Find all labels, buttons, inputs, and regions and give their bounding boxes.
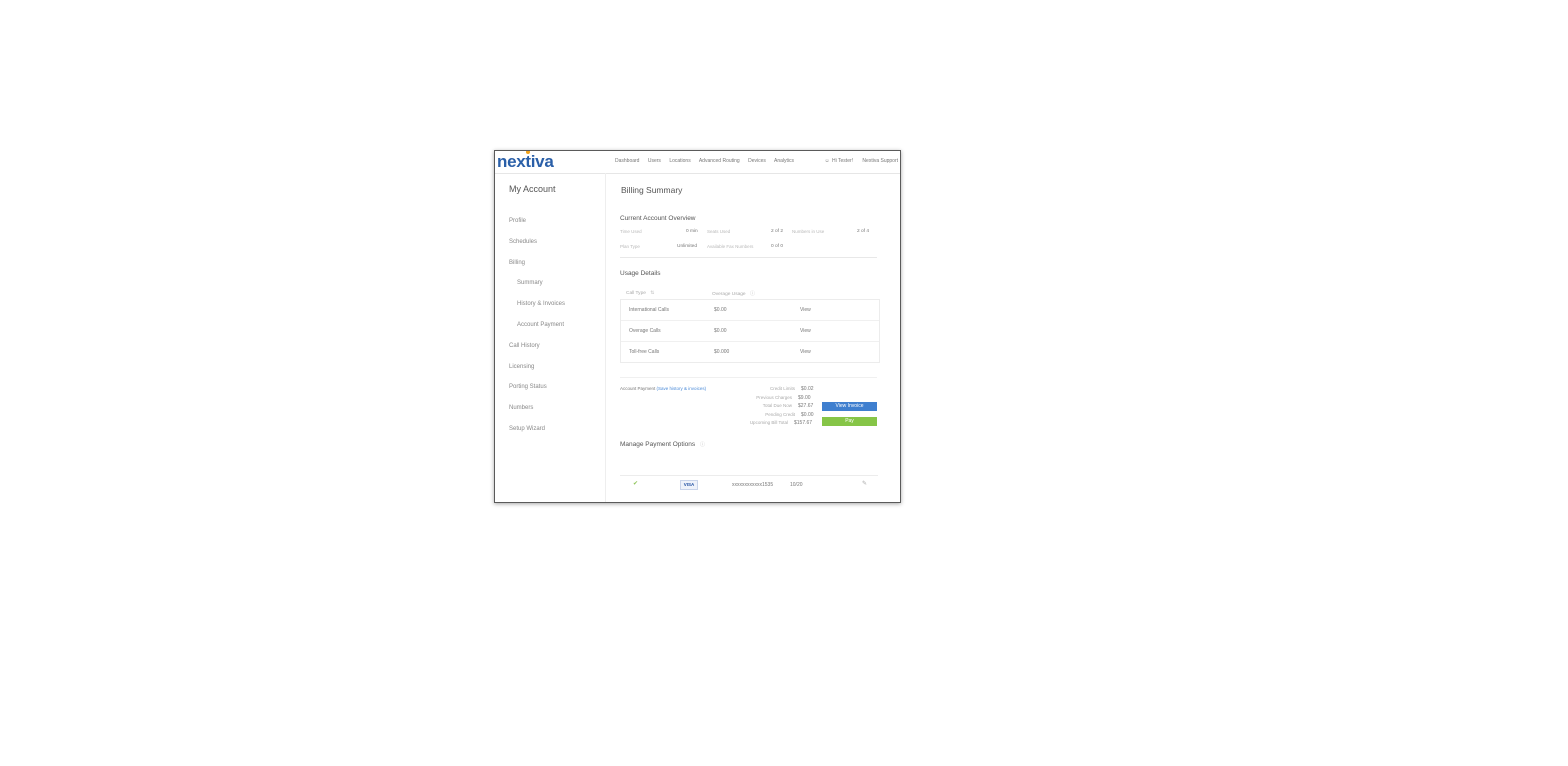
usage-table: International Calls $0.00 View Overage C… — [620, 299, 880, 363]
main-nav: Dashboard Users Locations Advanced Routi… — [615, 158, 801, 164]
overview-title: Current Account Overview — [620, 215, 696, 222]
payment-line-label: Upcoming Bill Total — [749, 420, 788, 425]
help-icon[interactable]: ⓘ — [700, 442, 705, 448]
user-greeting: Hi Tester! — [832, 158, 854, 164]
user-icon: ☺ — [824, 158, 830, 164]
payment-line-value: $0.02 — [801, 386, 814, 392]
call-type: International Calls — [629, 307, 670, 313]
overview-label: Seats Used — [707, 229, 731, 234]
pay-button[interactable]: Pay — [822, 417, 877, 426]
top-bar: nextiva Dashboard Users Locations Advanc… — [495, 151, 900, 174]
payment-line-value: $27.67 — [798, 403, 814, 409]
overage-usage-header-label: Overage Usage — [712, 292, 746, 297]
call-type: Toll-free Calls — [629, 349, 660, 355]
overage-usage-header: Overage Usage ⓘ — [712, 290, 755, 297]
table-row: International Calls $0.00 View — [621, 300, 879, 321]
payment-options-title-text: Manage Payment Options — [620, 441, 696, 448]
view-invoice-button[interactable]: View Invoice — [822, 402, 877, 411]
payment-line-value: $0.00 — [801, 412, 814, 418]
user-nav: ☺ Hi Tester! Nextiva Support — [817, 158, 899, 164]
view-link[interactable]: View — [800, 328, 811, 334]
usage-value: $0.000 — [714, 349, 730, 355]
sidebar-item-setup-wizard[interactable]: Setup Wizard — [509, 426, 545, 432]
account-payment-text: Account Payment — [620, 386, 656, 391]
edit-icon[interactable]: ✎ — [862, 480, 867, 487]
view-link[interactable]: View — [800, 349, 811, 355]
overview-value: 2 of 2 — [771, 229, 784, 234]
nav-users[interactable]: Users — [648, 158, 661, 164]
sidebar-item-call-history[interactable]: Call History — [509, 343, 540, 349]
sidebar: My Account Profile Schedules Billing Sum… — [495, 173, 606, 502]
sidebar-item-billing[interactable]: Billing — [509, 260, 525, 266]
sidebar-item-summary[interactable]: Summary — [517, 280, 543, 286]
sidebar-item-schedules[interactable]: Schedules — [509, 239, 537, 245]
nextiva-support-link[interactable]: Nextiva Support — [862, 158, 898, 164]
account-payment-label: Account Payment (Save history & invoices… — [620, 386, 706, 391]
nav-locations[interactable]: Locations — [669, 158, 690, 164]
logo-dot-icon — [526, 151, 530, 154]
main-content: Billing Summary Current Account Overview… — [606, 173, 900, 502]
divider — [620, 377, 877, 378]
logo-text: nextiva — [497, 152, 554, 171]
overview-value: Unlimited — [677, 244, 697, 249]
overview-label: Available Fax Numbers — [707, 244, 754, 249]
overview-value: 0 of 0 — [771, 244, 784, 249]
nextiva-logo[interactable]: nextiva — [497, 151, 554, 172]
nav-analytics[interactable]: Analytics — [774, 158, 794, 164]
overview-value: 0 min — [686, 229, 698, 234]
sidebar-item-account-payment[interactable]: Account Payment — [517, 322, 564, 328]
payment-line-value: $9.00 — [798, 395, 811, 401]
payment-line-label: Total Due Now — [762, 403, 792, 408]
app-window: nextiva Dashboard Users Locations Advanc… — [494, 150, 901, 503]
call-type: Overage Calls — [629, 328, 661, 334]
view-link[interactable]: View — [800, 307, 811, 313]
nav-advanced-routing[interactable]: Advanced Routing — [699, 158, 740, 164]
overview-label: Time Used — [620, 229, 642, 234]
sort-icon: ⇅ — [650, 290, 655, 296]
divider — [620, 257, 877, 258]
table-row: Toll-free Calls $0.000 View — [621, 342, 879, 362]
card-expiry: 10/20 — [790, 482, 803, 488]
usage-title: Usage Details — [620, 270, 661, 277]
nav-devices[interactable]: Devices — [748, 158, 766, 164]
usage-value: $0.00 — [714, 307, 727, 313]
call-type-header-label: Call Type — [626, 291, 646, 296]
payment-card-row[interactable]: ✔ VISA xxxxxxxxxxxx1535 10/20 ✎ — [620, 475, 878, 494]
sidebar-item-profile[interactable]: Profile — [509, 218, 526, 224]
sidebar-item-porting-status[interactable]: Porting Status — [509, 384, 547, 390]
payment-line-label: Pending Credit — [765, 412, 795, 417]
table-row: Overage Calls $0.00 View — [621, 321, 879, 342]
overview-label: Numbers in Use — [792, 229, 825, 234]
payment-options-title: Manage Payment Options ⓘ — [620, 441, 705, 448]
payment-line-label: Credit Limits — [769, 386, 795, 391]
nav-dashboard[interactable]: Dashboard — [615, 158, 639, 164]
overview-value: 2 of 4 — [857, 229, 870, 234]
overview-label: Plan Type — [620, 244, 640, 249]
payment-line-label: Previous Charges — [756, 395, 792, 400]
usage-value: $0.00 — [714, 328, 727, 334]
sidebar-title: My Account — [509, 184, 556, 194]
card-number: xxxxxxxxxxxx1535 — [732, 482, 774, 488]
sidebar-item-numbers[interactable]: Numbers — [509, 405, 533, 411]
call-type-header[interactable]: Call Type ⇅ — [626, 290, 654, 296]
default-card-check-icon[interactable]: ✔ — [633, 481, 640, 488]
page-title: Billing Summary — [621, 185, 683, 195]
sidebar-item-history-invoices[interactable]: History & Invoices — [517, 301, 565, 307]
help-icon[interactable]: ⓘ — [750, 291, 755, 297]
visa-icon: VISA — [680, 480, 698, 490]
user-menu[interactable]: ☺ Hi Tester! — [825, 158, 855, 164]
payment-line-value: $157.67 — [794, 420, 813, 426]
sidebar-item-licensing[interactable]: Licensing — [509, 364, 534, 370]
history-invoices-link[interactable]: (Save history & invoices) — [657, 386, 707, 391]
